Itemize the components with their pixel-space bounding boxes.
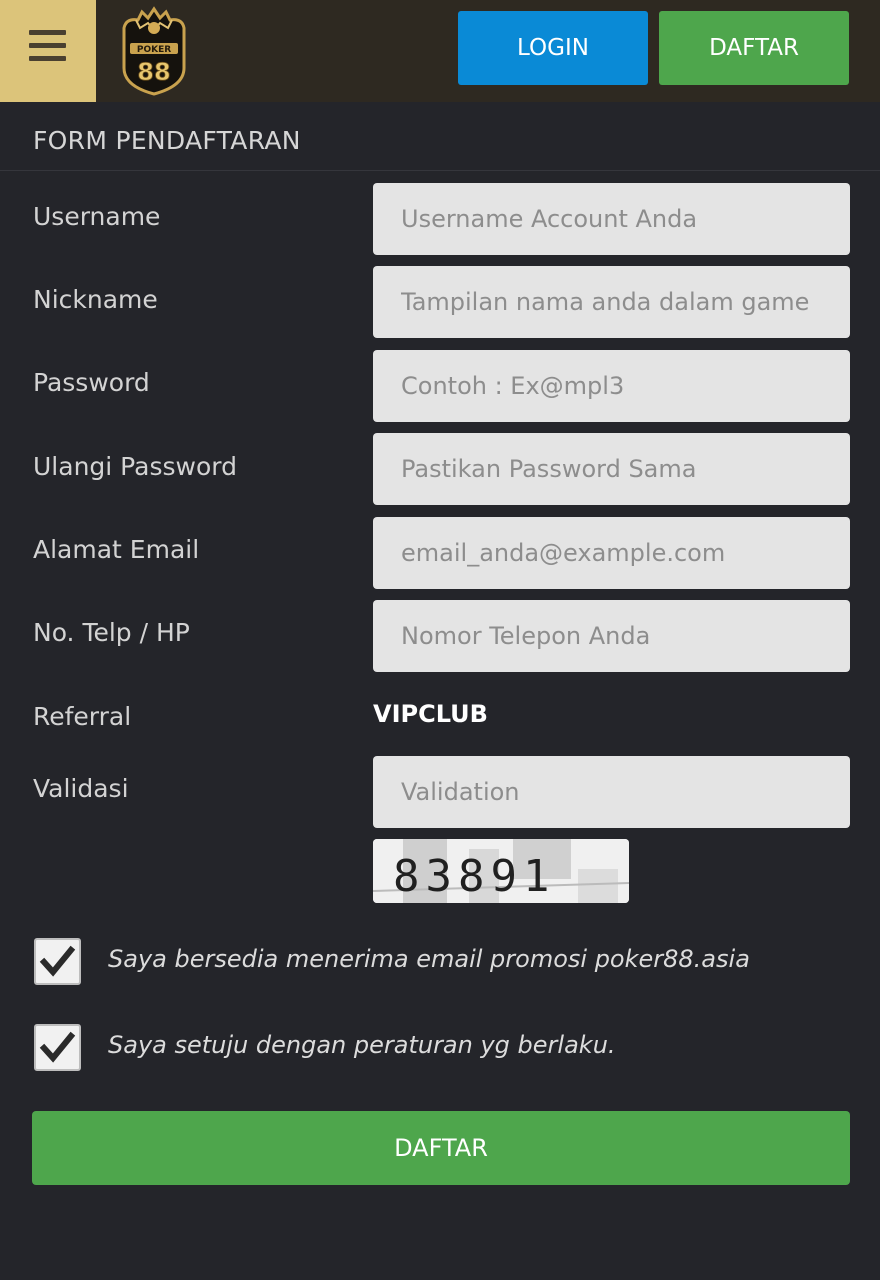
repeat-password-input[interactable] [373, 433, 850, 505]
captcha-image: 83891 [373, 839, 629, 903]
validation-label: Validasi [33, 774, 129, 803]
validation-input[interactable] [373, 756, 850, 828]
repeat-password-label: Ulangi Password [33, 452, 237, 481]
promo-email-checkbox[interactable] [34, 938, 81, 985]
checkmark-icon [39, 1031, 76, 1063]
email-label: Alamat Email [33, 535, 200, 564]
svg-text:88: 88 [137, 58, 170, 86]
top-bar: POKER 88 LOGIN DAFTAR [0, 0, 880, 102]
nickname-input[interactable] [373, 266, 850, 338]
referral-label: Referral [33, 702, 132, 731]
referral-value: VIPCLUB [373, 700, 488, 728]
checkmark-icon [39, 945, 76, 977]
hamburger-icon-bar [29, 56, 66, 61]
email-input[interactable] [373, 517, 850, 589]
divider [0, 170, 880, 171]
register-button[interactable]: DAFTAR [659, 11, 849, 85]
form-title: FORM PENDAFTARAN [33, 126, 301, 155]
svg-text:POKER: POKER [137, 45, 171, 55]
terms-label: Saya setuju dengan peraturan yg berlaku. [108, 1031, 616, 1059]
phone-label: No. Telp / HP [33, 618, 190, 647]
hamburger-icon [29, 30, 66, 35]
hamburger-icon-bar [29, 43, 66, 48]
username-input[interactable] [373, 183, 850, 255]
poker88-logo[interactable]: POKER 88 [118, 6, 190, 96]
promo-email-label: Saya bersedia menerima email promosi pok… [108, 945, 750, 973]
login-button[interactable]: LOGIN [458, 11, 648, 85]
username-label: Username [33, 202, 161, 231]
terms-checkbox[interactable] [34, 1024, 81, 1071]
nickname-label: Nickname [33, 285, 158, 314]
hamburger-menu-button[interactable] [0, 0, 96, 102]
password-label: Password [33, 368, 150, 397]
password-input[interactable] [373, 350, 850, 422]
captcha-code: 83891 [393, 851, 555, 902]
submit-register-button[interactable]: DAFTAR [32, 1111, 850, 1185]
phone-input[interactable] [373, 600, 850, 672]
